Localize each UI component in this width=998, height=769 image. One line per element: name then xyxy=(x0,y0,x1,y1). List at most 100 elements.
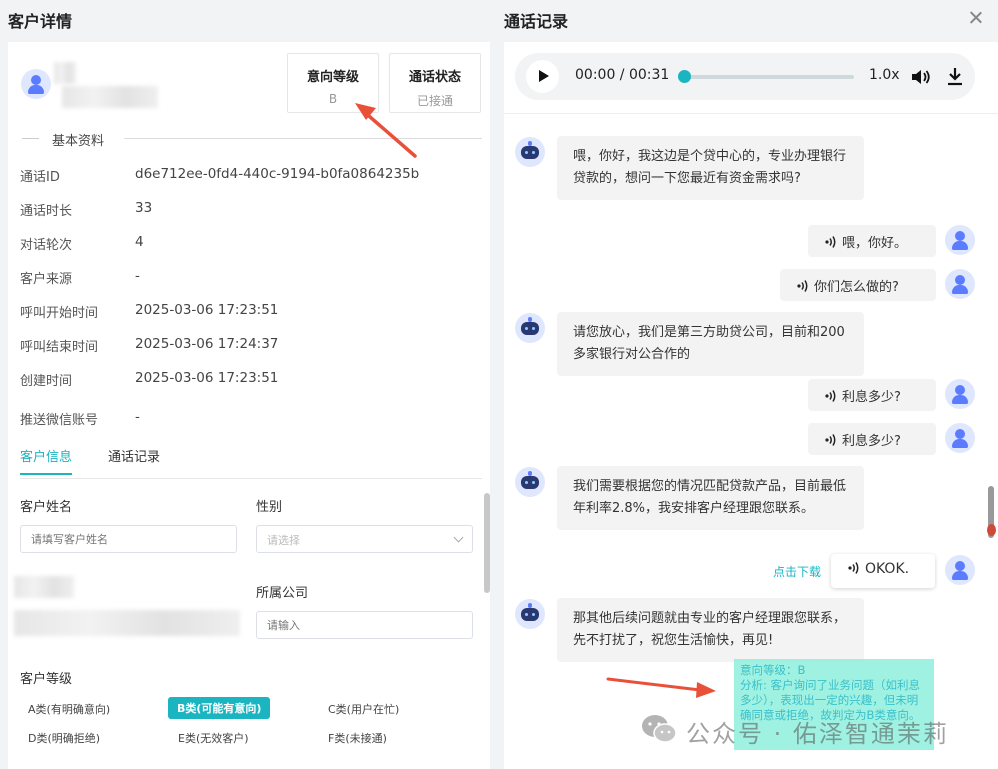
user-message[interactable]: 喂，你好。 xyxy=(808,225,936,257)
download-link[interactable]: 点击下载 xyxy=(773,563,821,580)
info-key: 通话ID xyxy=(20,170,60,185)
basic-info-section-title: 基本资料 xyxy=(52,134,105,149)
customer-avatar-icon xyxy=(21,69,51,99)
info-key: 对话轮次 xyxy=(20,238,73,253)
left-scrollbar[interactable] xyxy=(484,493,490,593)
user-avatar-icon xyxy=(945,269,975,299)
bot-avatar-icon xyxy=(515,599,545,629)
user-message-text: 喂，你好。 xyxy=(842,236,908,251)
grade-option-d[interactable]: D类(明确拒绝) xyxy=(28,730,100,746)
info-key: 创建时间 xyxy=(20,374,73,389)
voice-icon xyxy=(848,562,859,574)
info-value: - xyxy=(135,409,140,425)
bot-message: 喂，你好，我这边是个贷中心的，专业办理银行贷款的，想问一下您最近有资金需求吗? xyxy=(557,136,864,200)
download-icon[interactable] xyxy=(946,66,964,86)
volume-icon[interactable] xyxy=(911,68,931,86)
user-avatar-icon xyxy=(945,379,975,409)
user-message[interactable]: OKOK. xyxy=(831,554,935,588)
customer-detail-title: 客户详情 xyxy=(8,12,73,31)
watermark: 公众号 · 佑泽智通茉莉 xyxy=(640,709,980,749)
gender-label: 性别 xyxy=(256,500,283,515)
bot-message: 请您放心，我们是第三方助贷公司，目前和200多家银行对公合作的 xyxy=(557,312,864,376)
user-message[interactable]: 利息多少? xyxy=(808,379,936,411)
user-message[interactable]: 利息多少? xyxy=(808,423,936,455)
intent-grade-card: 意向等级 B xyxy=(287,53,379,113)
info-row-duration: 通话时长 33 xyxy=(20,200,480,220)
info-row-start-time: 呼叫开始时间 2025-03-06 17:23:51 xyxy=(20,302,480,322)
voice-icon xyxy=(825,434,836,446)
section-divider xyxy=(22,138,39,139)
call-status-label: 通话状态 xyxy=(408,70,461,85)
wechat-logo-icon xyxy=(642,715,677,743)
info-row-end-time: 呼叫结束时间 2025-03-06 17:24:37 xyxy=(20,336,480,356)
playback-speed[interactable]: 1.0x xyxy=(869,67,900,83)
company-input[interactable] xyxy=(256,611,473,639)
info-row-call-id: 通话ID d6e712ee-0fd4-440c-9194-b0fa0864235… xyxy=(20,166,480,186)
watermark-text: 公众号 · 佑泽智通茉莉 xyxy=(686,720,949,748)
play-button[interactable] xyxy=(526,60,559,93)
play-icon xyxy=(539,70,549,82)
info-key: 通话时长 xyxy=(20,204,73,219)
redacted-field-label xyxy=(14,576,74,598)
progress-handle[interactable] xyxy=(677,70,691,83)
divider xyxy=(504,113,998,114)
redacted-field-value xyxy=(14,610,240,636)
info-value: 33 xyxy=(135,200,153,216)
customer-detail-card: 意向等级 B 通话状态 已接通 基本资料 通话ID d6e712ee-0fd4-… xyxy=(8,42,490,769)
user-avatar-icon xyxy=(945,555,975,585)
grade-option-c[interactable]: C类(用户在忙) xyxy=(328,701,399,717)
info-row-turns: 对话轮次 4 xyxy=(20,234,480,254)
bot-avatar-icon xyxy=(515,137,545,167)
progress-track[interactable] xyxy=(684,75,854,79)
info-key: 客户来源 xyxy=(20,272,73,287)
tab-call-records[interactable]: 通话记录 xyxy=(108,446,160,473)
chevron-down-icon xyxy=(453,532,464,543)
info-value: 4 xyxy=(135,234,144,250)
user-message-text: OKOK. xyxy=(865,561,910,577)
call-status-card: 通话状态 已接通 xyxy=(389,53,481,113)
gender-select[interactable]: 请选择 xyxy=(256,525,473,553)
info-key: 呼叫结束时间 xyxy=(20,340,99,355)
voice-icon xyxy=(825,236,836,248)
grade-option-b-selected[interactable]: B类(可能有意向) xyxy=(168,697,271,719)
bot-avatar-icon xyxy=(515,467,545,497)
info-value: - xyxy=(135,268,140,284)
grade-option-e[interactable]: E类(无效客户) xyxy=(178,730,249,746)
grade-option-a[interactable]: A类(有明确意向) xyxy=(28,701,110,717)
call-record-panel: 通话记录 00:00 / 00:31 1.0x 喂，你好，我这边是个贷中心的，专… xyxy=(498,0,998,769)
user-message-text: 利息多少? xyxy=(842,390,901,405)
bot-message: 那其他后续问题就由专业的客户经理跟您联系，先不打扰了，祝您生活愉快，再见! xyxy=(557,598,864,662)
info-value: d6e712ee-0fd4-440c-9194-b0fa0864235b xyxy=(135,166,420,182)
user-message-text: 你们怎么做的? xyxy=(814,280,899,295)
bot-message: 我们需要根据您的情况匹配贷款产品，目前最低年利率2.8%，我安排客户经理跟您联系… xyxy=(557,466,864,530)
call-record-card: 00:00 / 00:31 1.0x 喂，你好，我这边是个贷中心的，专业办理银行… xyxy=(504,42,998,769)
voice-icon xyxy=(797,280,808,292)
info-value: 2025-03-06 17:24:37 xyxy=(135,336,279,352)
call-record-title: 通话记录 xyxy=(504,12,569,31)
customer-grade-label: 客户等级 xyxy=(20,672,73,687)
info-row-source: 客户来源 - xyxy=(20,268,480,288)
redacted-customer-name xyxy=(62,86,158,108)
audio-player: 00:00 / 00:31 1.0x xyxy=(515,53,975,100)
close-icon[interactable] xyxy=(966,8,986,28)
info-value: 2025-03-06 17:23:51 xyxy=(135,370,279,386)
info-value: 2025-03-06 17:23:51 xyxy=(135,302,279,318)
intent-grade-value: B xyxy=(328,92,338,106)
detail-tabs: 客户信息 通话记录 xyxy=(20,446,482,479)
info-row-created-time: 创建时间 2025-03-06 17:23:51 xyxy=(20,370,480,390)
section-divider xyxy=(124,138,482,139)
voice-icon xyxy=(825,390,836,402)
info-row-wechat: 推送微信账号 - xyxy=(20,409,480,429)
user-message[interactable]: 你们怎么做的? xyxy=(780,269,936,301)
right-scrollbar-handle[interactable] xyxy=(987,524,996,536)
tab-customer-info[interactable]: 客户信息 xyxy=(20,446,73,475)
customer-name-input[interactable] xyxy=(20,525,237,553)
company-label: 所属公司 xyxy=(256,586,309,601)
redacted-customer-tag xyxy=(54,62,76,84)
grade-option-f[interactable]: F类(未接通) xyxy=(328,730,387,746)
bot-avatar-icon xyxy=(515,313,545,343)
info-key: 呼叫开始时间 xyxy=(20,306,99,321)
gender-select-placeholder: 请选择 xyxy=(267,534,300,547)
user-avatar-icon xyxy=(945,225,975,255)
call-status-value: 已接通 xyxy=(416,94,453,108)
